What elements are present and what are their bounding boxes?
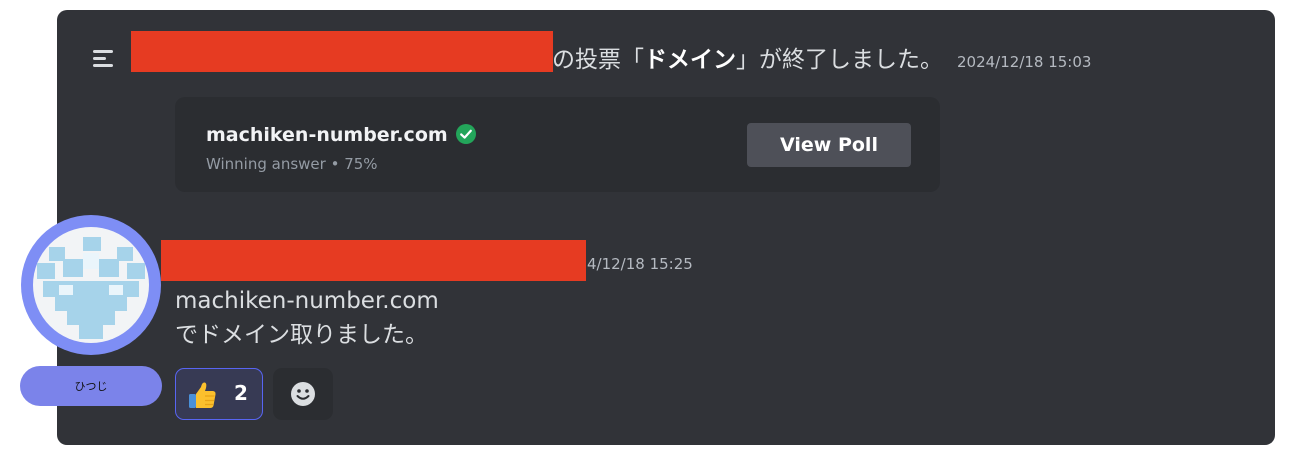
poll-ended-message: の投票「ドメイン」が終了しました。 2024/12/18 15:03 bbox=[552, 40, 1091, 80]
system-message-icon bbox=[93, 50, 115, 70]
message-line-1: machiken-number.com bbox=[175, 288, 439, 314]
thumbs-up-icon bbox=[189, 382, 216, 408]
pixel-heart-avatar-icon bbox=[37, 237, 145, 339]
avatar[interactable] bbox=[21, 215, 161, 355]
avatar-image bbox=[33, 227, 149, 343]
user-name-tag[interactable]: ひつじ bbox=[20, 366, 162, 406]
message-timestamp: 4/12/18 15:25 bbox=[587, 255, 693, 273]
poll-ended-text-after: 」が終了しました。 bbox=[736, 47, 943, 73]
poll-name: ドメイン bbox=[644, 47, 736, 73]
message-content: machiken-number.com でドメイン取りました。 bbox=[175, 284, 439, 352]
check-circle-icon bbox=[455, 124, 476, 144]
poll-ended-text-before: の投票「 bbox=[552, 47, 644, 73]
poll-result-card: machiken-number.com Winning answer • 75%… bbox=[175, 97, 940, 192]
redacted-author-block bbox=[161, 240, 586, 281]
reaction-thumbs-up[interactable]: 2 bbox=[175, 368, 263, 420]
add-reaction-button[interactable] bbox=[273, 368, 333, 420]
chat-panel: の投票「ドメイン」が終了しました。 2024/12/18 15:03 machik… bbox=[57, 10, 1275, 445]
reaction-count: 2 bbox=[234, 381, 248, 405]
winning-answer-text: machiken-number.com bbox=[206, 124, 448, 146]
winning-answer-subtitle: Winning answer • 75% bbox=[206, 155, 378, 173]
winning-answer: machiken-number.com bbox=[206, 124, 476, 146]
smiley-icon bbox=[291, 382, 315, 406]
redacted-username-block bbox=[131, 31, 553, 72]
message-line-2: でドメイン取りました。 bbox=[175, 322, 428, 348]
view-poll-button[interactable]: View Poll bbox=[747, 123, 911, 167]
system-message-timestamp: 2024/12/18 15:03 bbox=[957, 53, 1092, 71]
